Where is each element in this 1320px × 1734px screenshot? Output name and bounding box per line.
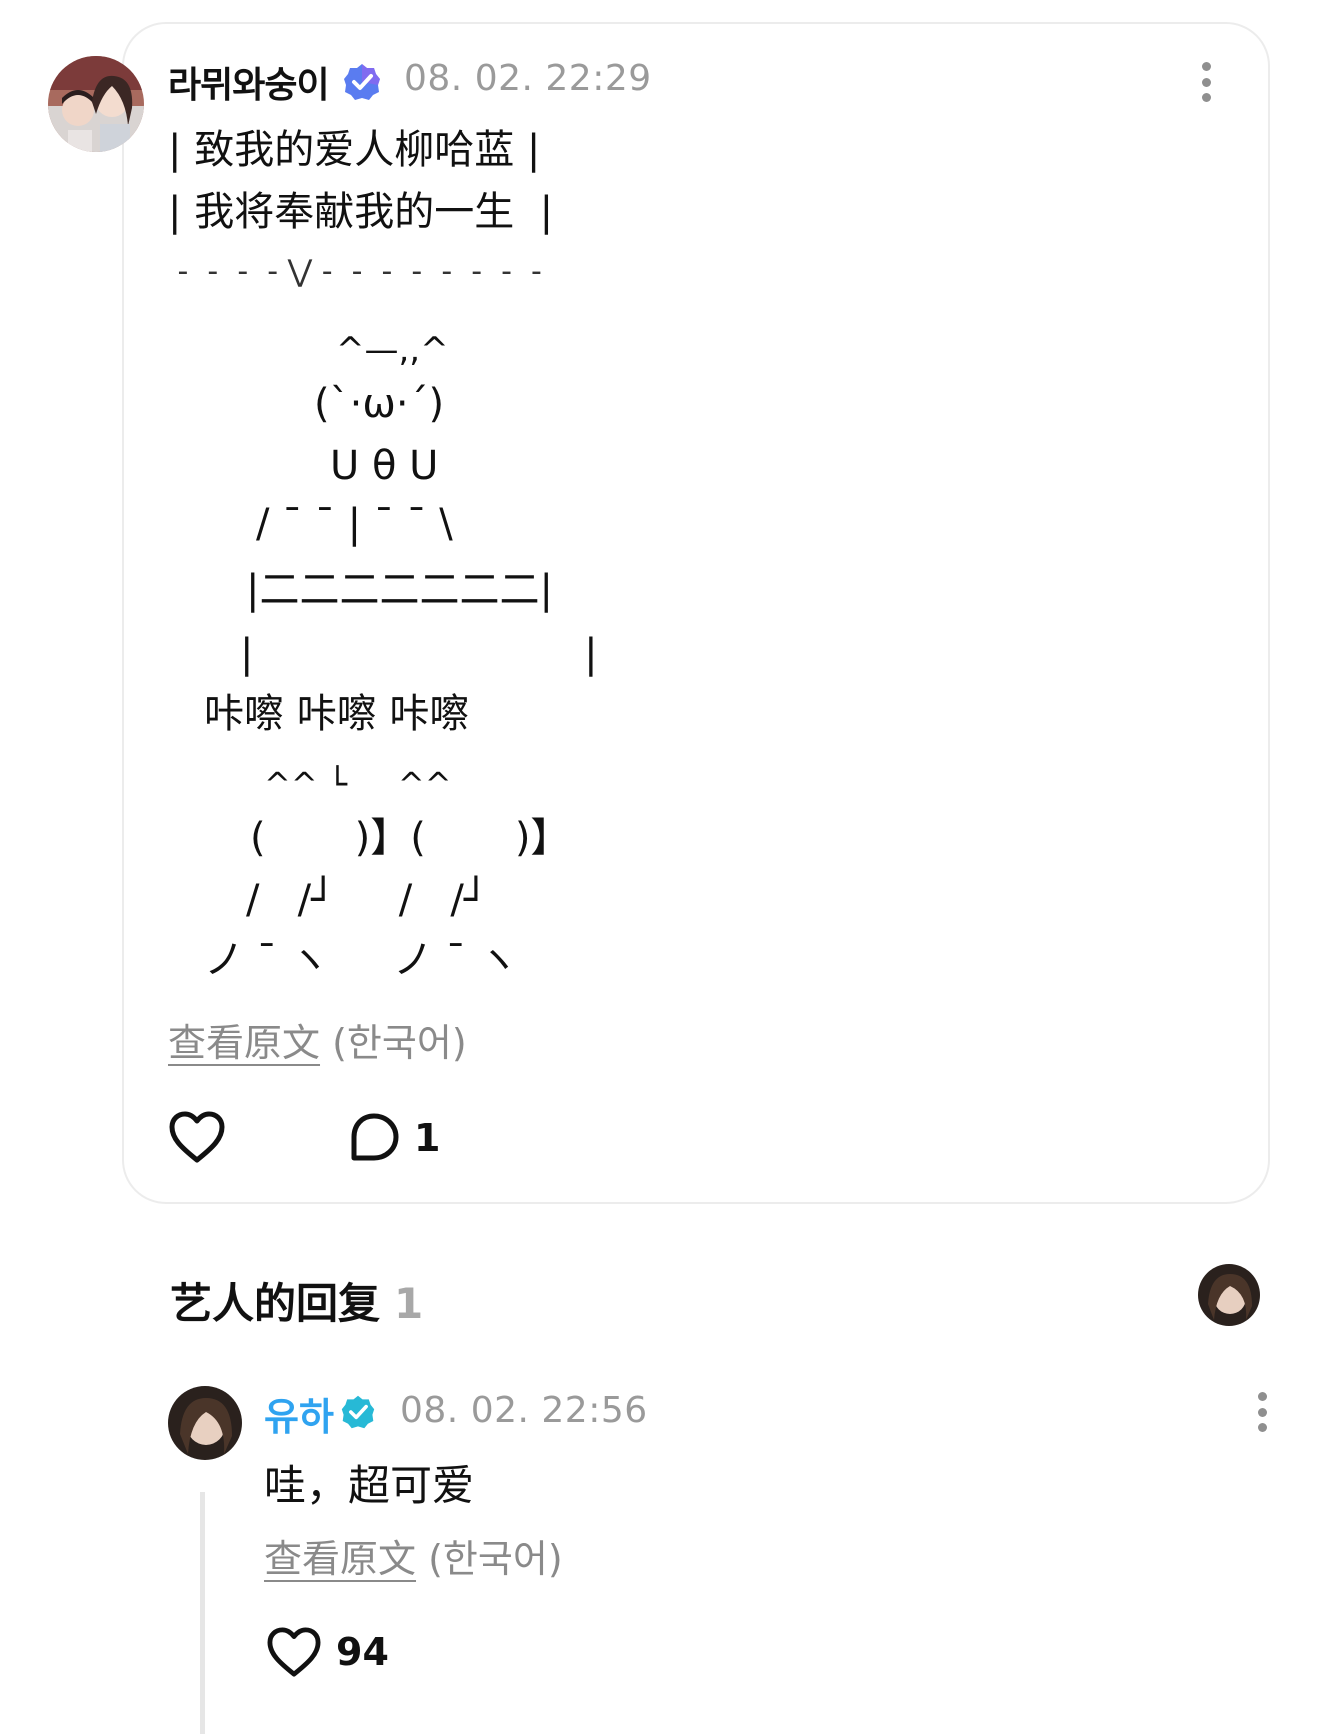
artist-replies-heading: 艺人的回复 1 <box>170 1270 423 1331</box>
post-text-line-2: | 我将奉献我的一生 | <box>168 189 554 235</box>
reply-author-avatar[interactable] <box>168 1386 242 1460</box>
ascii-cat-face: (`·ω·´) <box>314 381 445 427</box>
ascii-camera-top: / ¯ ¯ | ¯ ¯ \ <box>256 501 453 547</box>
ascii-camera-body: |二二二二二二二| <box>246 567 553 613</box>
artist-avatar-small[interactable] <box>1198 1264 1260 1326</box>
post-author-avatar[interactable] <box>48 56 144 152</box>
user-avatar <box>48 56 144 152</box>
post-author-name[interactable]: 라뮈와숭이 <box>168 56 330 108</box>
reply-timestamp: 08. 02. 22:56 <box>400 1390 648 1431</box>
ascii-figures-bodies: ( )】( )】 <box>250 815 571 861</box>
reply-thread-line <box>200 1492 205 1734</box>
post-translate-link[interactable]: 查看原文 (한국어) <box>168 1012 467 1067</box>
ascii-shutter-text: 咔嚓 咔嚓 咔嚓 <box>204 691 470 737</box>
original-language: (한국어) <box>332 1021 467 1065</box>
ascii-camera-legs: | | <box>240 631 598 677</box>
ascii-figures-feet: ノ ¯ ヽ ノ ¯ ヽ <box>204 937 519 983</box>
comment-bubble-icon[interactable] <box>348 1112 400 1164</box>
post-timestamp: 08. 02. 22:29 <box>404 58 652 99</box>
comment-count: 1 <box>414 1116 441 1160</box>
ascii-cat-paws: U θ U <box>330 443 439 489</box>
reply-text: 哇，超可爱 <box>264 1461 475 1510</box>
ascii-figures-heads: ^^ └ ^^ <box>264 765 452 803</box>
user-avatar <box>1198 1264 1260 1326</box>
reply-like-count: 94 <box>336 1630 389 1674</box>
verified-badge-icon <box>341 1395 375 1429</box>
heart-icon[interactable] <box>266 1626 322 1678</box>
reply-author-name[interactable]: 유하 <box>264 1386 334 1441</box>
reply-translate-link[interactable]: 查看原文 (한국어) <box>264 1528 563 1583</box>
more-vertical-icon[interactable] <box>1200 62 1212 102</box>
ascii-figures-arms: / /┘ / /┘ <box>246 877 488 923</box>
heart-icon[interactable] <box>168 1110 226 1164</box>
ascii-cat-ears: ^—,,^ <box>336 330 449 370</box>
artist-replies-title: 艺人的回复 <box>170 1279 381 1328</box>
user-avatar <box>168 1386 242 1460</box>
post-text-line-1: | 致我的爱人柳哈蓝 | <box>168 127 541 173</box>
verified-badge-icon <box>344 64 380 100</box>
view-original-link[interactable]: 查看原文 <box>264 1537 416 1581</box>
original-language: (한국어) <box>428 1537 563 1581</box>
post-ascii-divider: - - - - ⋁ - - - - - - - - <box>168 254 542 289</box>
artist-replies-count: 1 <box>394 1279 424 1328</box>
view-original-link[interactable]: 查看原文 <box>168 1021 320 1065</box>
more-vertical-icon[interactable] <box>1256 1392 1268 1432</box>
